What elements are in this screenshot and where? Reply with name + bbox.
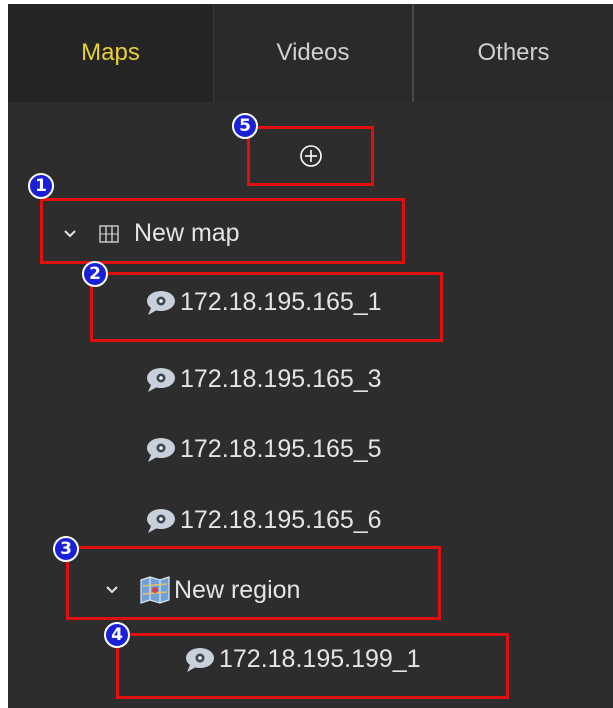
camera-bubble-icon — [144, 507, 178, 535]
tab-maps[interactable]: Maps — [8, 4, 214, 102]
tab-others[interactable]: Others — [414, 4, 613, 102]
callout-badge: 5 — [232, 113, 258, 139]
device-item[interactable]: 172.18.195.165_1 — [144, 288, 382, 317]
device-label: 172.18.195.165_1 — [180, 288, 382, 316]
region-map-icon — [138, 575, 172, 605]
resource-panel: Maps Videos Others New map 172.18.195.16… — [8, 4, 613, 708]
callout-badge: 4 — [104, 622, 130, 648]
tab-videos[interactable]: Videos — [214, 4, 414, 102]
device-item[interactable]: 172.18.195.165_3 — [144, 365, 382, 394]
chevron-down-icon[interactable] — [60, 224, 80, 244]
callout-badge: 1 — [28, 173, 54, 199]
device-item[interactable]: 172.18.195.165_5 — [144, 435, 382, 464]
camera-bubble-icon — [144, 289, 178, 317]
device-item[interactable]: 172.18.195.199_1 — [183, 645, 421, 674]
device-label: 172.18.195.165_6 — [180, 506, 382, 534]
callout-badge: 2 — [82, 261, 108, 287]
plus-circle-icon — [300, 145, 322, 167]
camera-bubble-icon — [144, 436, 178, 464]
device-label: 172.18.195.165_5 — [180, 435, 382, 463]
add-map-button[interactable] — [296, 141, 326, 171]
map-label: New map — [134, 219, 240, 247]
tree-node-map[interactable]: New map — [60, 219, 240, 248]
chevron-down-icon[interactable] — [102, 580, 122, 600]
device-item[interactable]: 172.18.195.165_6 — [144, 506, 382, 535]
device-label: 172.18.195.199_1 — [219, 645, 421, 673]
tree-node-region[interactable]: New region — [102, 575, 300, 605]
camera-bubble-icon — [144, 366, 178, 394]
device-label: 172.18.195.165_3 — [180, 365, 382, 393]
map-icon — [96, 221, 122, 247]
camera-bubble-icon — [183, 646, 217, 674]
region-label: New region — [174, 575, 301, 604]
tab-bar: Maps Videos Others — [8, 4, 613, 102]
callout-badge: 3 — [53, 536, 79, 562]
